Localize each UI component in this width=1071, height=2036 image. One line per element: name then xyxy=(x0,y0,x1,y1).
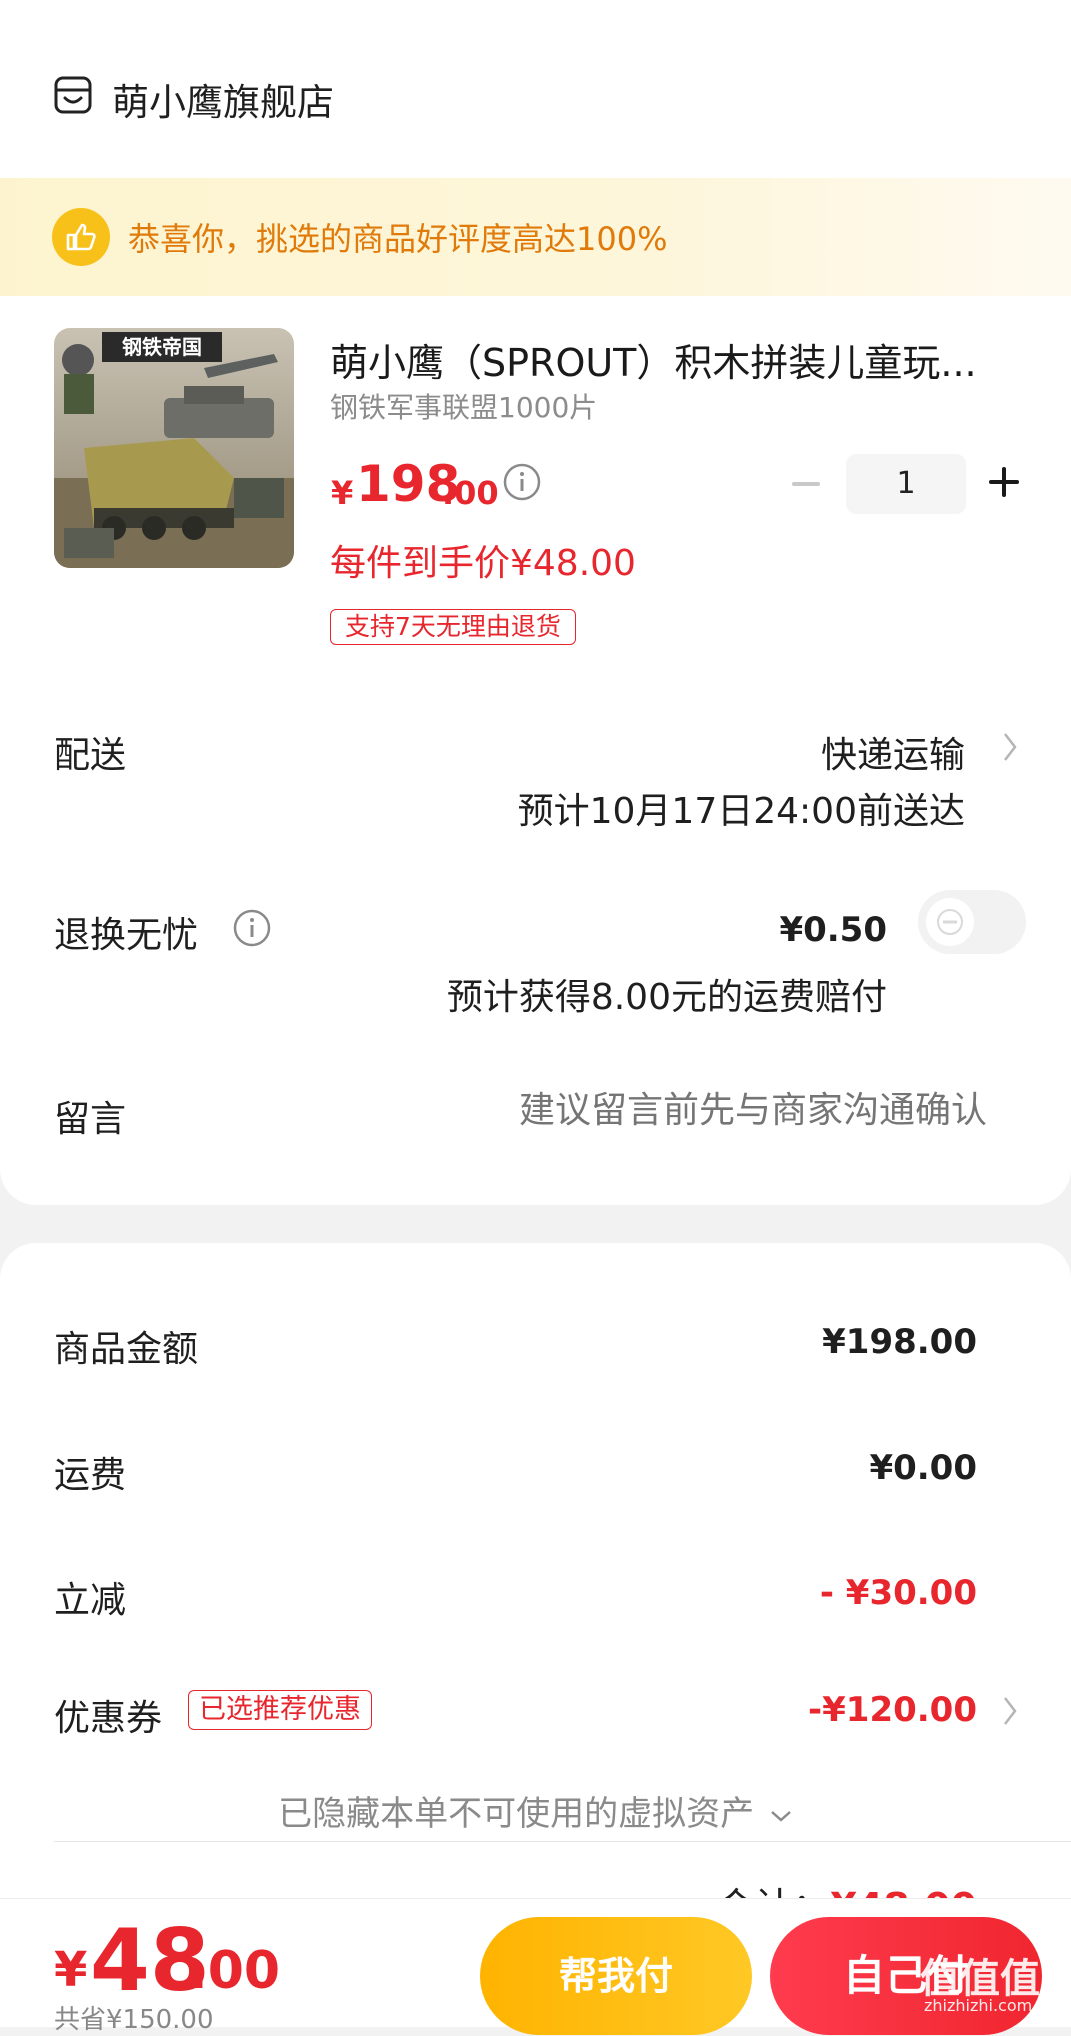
chevron-down-icon xyxy=(771,1810,791,1822)
coupon-tag: 已选推荐优惠 xyxy=(188,1690,372,1730)
discount-label: 立减 xyxy=(54,1580,127,1621)
price-decimal: .00 xyxy=(442,474,499,512)
order-card: 萌小鹰旗舰店 恭喜你，挑选的商品好评度高达100% 钢铁帝国 萌小鹰（SPROU… xyxy=(0,0,1071,1205)
price-currency: ¥ xyxy=(331,474,354,512)
coupon-value[interactable]: -¥120.00 xyxy=(808,1690,977,1730)
return-insurance-price: ¥0.50 xyxy=(779,910,887,950)
product-image[interactable]: 钢铁帝国 xyxy=(54,328,294,568)
goods-amount-label: 商品金额 xyxy=(54,1329,199,1370)
delivery-method[interactable]: 快递运输 xyxy=(821,726,965,778)
saved-amount: 共省¥150.00 xyxy=(54,2005,214,2035)
delivery-label: 配送 xyxy=(54,735,127,776)
toggle-knob xyxy=(926,898,974,946)
store-icon xyxy=(54,76,92,114)
discount-value: - ¥30.00 xyxy=(819,1573,977,1613)
quantity-decrease-button[interactable] xyxy=(788,466,824,502)
info-icon[interactable] xyxy=(502,462,542,502)
per-item-price: 每件到手价¥48.00 xyxy=(330,543,636,584)
thumbs-up-icon xyxy=(52,208,110,266)
chevron-right-icon[interactable] xyxy=(1000,730,1020,764)
delivery-eta: 预计10月17日24:00前送达 xyxy=(517,791,965,832)
shipping-value: ¥0.00 xyxy=(869,1448,977,1488)
return-insurance-toggle[interactable] xyxy=(918,890,1026,954)
pay-currency: ¥ xyxy=(54,1942,88,1998)
product-image-caption: 钢铁帝国 xyxy=(122,335,202,359)
quantity-input[interactable]: 1 xyxy=(846,454,966,514)
info-icon[interactable] xyxy=(232,908,272,948)
message-input[interactable] xyxy=(287,1090,987,1131)
banner-text: 恭喜你，挑选的商品好评度高达100% xyxy=(128,220,668,258)
checkout-bar: ¥ 48 .00 共省¥150.00 帮我付 自己付 xyxy=(0,1898,1071,2035)
divider xyxy=(54,1841,1071,1842)
watermark-url: zhizhizhi.com xyxy=(924,1996,1033,2015)
hidden-assets-text: 已隐藏本单不可使用的虚拟资产 xyxy=(278,1794,755,1834)
return-policy-badge: 支持7天无理由退货 xyxy=(330,609,576,645)
return-insurance-compensation: 预计获得8.00元的运费赔付 xyxy=(446,977,887,1018)
hidden-assets-toggle[interactable]: 已隐藏本单不可使用的虚拟资产 xyxy=(0,1786,1071,1835)
goods-amount-value: ¥198.00 xyxy=(822,1322,977,1362)
message-label: 留言 xyxy=(54,1099,127,1140)
return-insurance-label: 退换无忧 xyxy=(54,915,199,956)
quantity-increase-button[interactable] xyxy=(986,464,1022,500)
product-title[interactable]: 萌小鹰（SPROUT）积木拼装儿童玩... xyxy=(330,332,980,387)
pay-amount-decimal: .00 xyxy=(188,1941,281,2001)
help-pay-button[interactable]: 帮我付 xyxy=(480,1917,752,2035)
chevron-right-icon[interactable] xyxy=(1000,1694,1020,1728)
praise-banner: 恭喜你，挑选的商品好评度高达100% xyxy=(0,178,1071,296)
shipping-label: 运费 xyxy=(54,1455,127,1496)
store-name[interactable]: 萌小鹰旗舰店 xyxy=(112,72,334,126)
product-spec[interactable]: 钢铁军事联盟1000片 xyxy=(330,386,597,426)
coupon-label: 优惠券 xyxy=(54,1698,163,1739)
